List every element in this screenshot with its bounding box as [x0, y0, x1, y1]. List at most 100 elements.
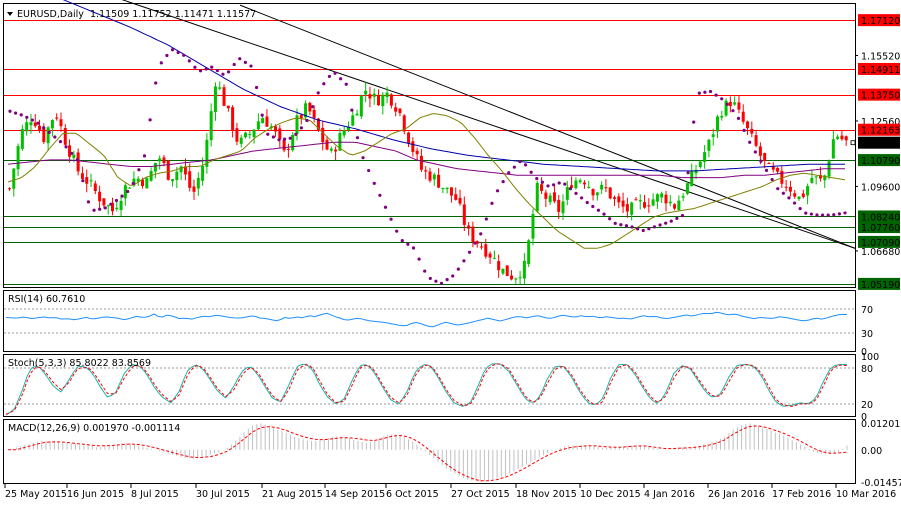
candle-body	[20, 129, 24, 149]
sar-dot	[484, 217, 488, 221]
candle-body	[59, 119, 63, 127]
candle-body	[12, 168, 16, 189]
candle-body	[715, 116, 719, 132]
candle-body	[608, 187, 612, 199]
candle-body	[278, 128, 282, 140]
candle-body	[128, 187, 132, 189]
candle-body	[548, 195, 552, 203]
sar-dot	[591, 204, 595, 209]
sar-dot	[518, 160, 522, 164]
sar-dot	[792, 201, 797, 205]
candle-body	[763, 153, 767, 161]
sar-dot	[92, 208, 96, 212]
candle-body	[454, 194, 458, 200]
candle-body	[505, 265, 509, 276]
candle-body	[432, 174, 436, 180]
candle-body	[252, 129, 256, 138]
sar-dot	[42, 126, 46, 130]
sar-dot	[339, 77, 343, 81]
sar-dot	[142, 154, 147, 158]
candle-body	[428, 171, 432, 181]
date-tick-label: 8 Jul 2015	[131, 489, 179, 500]
sar-dot	[686, 171, 690, 175]
sar-dot	[596, 208, 601, 212]
sar-dot	[226, 70, 231, 74]
candle-body	[377, 94, 381, 106]
candle-body	[394, 107, 398, 112]
candle-body	[754, 135, 758, 146]
price-tick-label: 1.10790	[861, 156, 900, 167]
candle-body	[604, 187, 608, 189]
symbol-label: EURUSD,Daily	[17, 9, 84, 20]
price-tick-label: 1.05190	[861, 280, 900, 291]
candle-body	[540, 184, 544, 191]
sar-dot	[389, 217, 393, 221]
sar-dot	[770, 177, 774, 182]
candle-body	[728, 102, 732, 107]
sar-dot	[350, 108, 354, 112]
sar-dot	[344, 82, 348, 86]
candle-body	[643, 202, 647, 208]
candle-body	[329, 148, 333, 151]
candle-body	[213, 86, 217, 113]
candle-body	[235, 128, 239, 142]
candle-body	[720, 115, 724, 118]
sar-dot	[574, 191, 578, 195]
candle-body	[595, 192, 599, 196]
sar-dot	[675, 216, 679, 220]
candle-body	[291, 134, 295, 151]
sar-dot	[445, 278, 449, 282]
date-tick-label: 17 Feb 2016	[772, 489, 831, 500]
sar-dot	[70, 151, 74, 155]
sar-dot	[109, 202, 113, 206]
candle-body	[55, 117, 59, 119]
sar-dot	[551, 183, 556, 187]
trendline	[121, 0, 856, 249]
sar-dot	[703, 90, 707, 94]
candle-body	[685, 183, 689, 194]
candle-body	[359, 95, 363, 117]
date-tick-label: 30 Jul 2015	[196, 489, 250, 500]
candle-body	[50, 120, 54, 129]
candle-body	[385, 92, 389, 98]
sar-dot	[14, 111, 18, 115]
sar-dot	[557, 181, 561, 185]
sar-dot	[624, 224, 629, 228]
chart-canvas: 1.171201.155201.149111.137501.125601.121…	[3, 0, 901, 500]
candle-body	[274, 126, 278, 132]
candle-body	[29, 122, 33, 126]
sar-dot	[641, 228, 645, 233]
candle-body	[389, 94, 393, 106]
date-tick-label: 4 Jan 2016	[644, 489, 695, 500]
sar-dot	[764, 168, 769, 172]
sar-dot	[114, 198, 119, 203]
candle-body	[166, 160, 170, 180]
candle-body	[514, 278, 518, 280]
candle-body	[42, 127, 46, 143]
candle-body	[16, 146, 20, 170]
candle-body	[415, 150, 419, 155]
sar-dot	[243, 60, 247, 64]
candle-body	[89, 180, 93, 182]
candle-body	[501, 268, 505, 274]
candle-body	[698, 161, 702, 168]
candle-body	[707, 139, 711, 151]
sar-dot	[271, 135, 275, 139]
candle-body	[510, 275, 514, 280]
sar-dot	[798, 206, 802, 211]
candle-body	[758, 146, 762, 156]
sar-dot	[305, 118, 309, 123]
candle-body	[115, 207, 119, 210]
sar-dot	[495, 189, 500, 193]
sar-dot	[53, 135, 57, 139]
candle-body	[286, 148, 290, 150]
candle-body	[591, 189, 595, 196]
price-tick-label: 1.12163	[861, 126, 900, 137]
sar-dot	[529, 170, 533, 174]
symbol-dropdown-icon[interactable]	[7, 12, 13, 16]
candle-body	[544, 192, 548, 199]
sar-dot	[86, 200, 91, 204]
candle-body	[668, 201, 672, 204]
candle-body	[299, 114, 303, 119]
sar-dot	[294, 132, 298, 136]
